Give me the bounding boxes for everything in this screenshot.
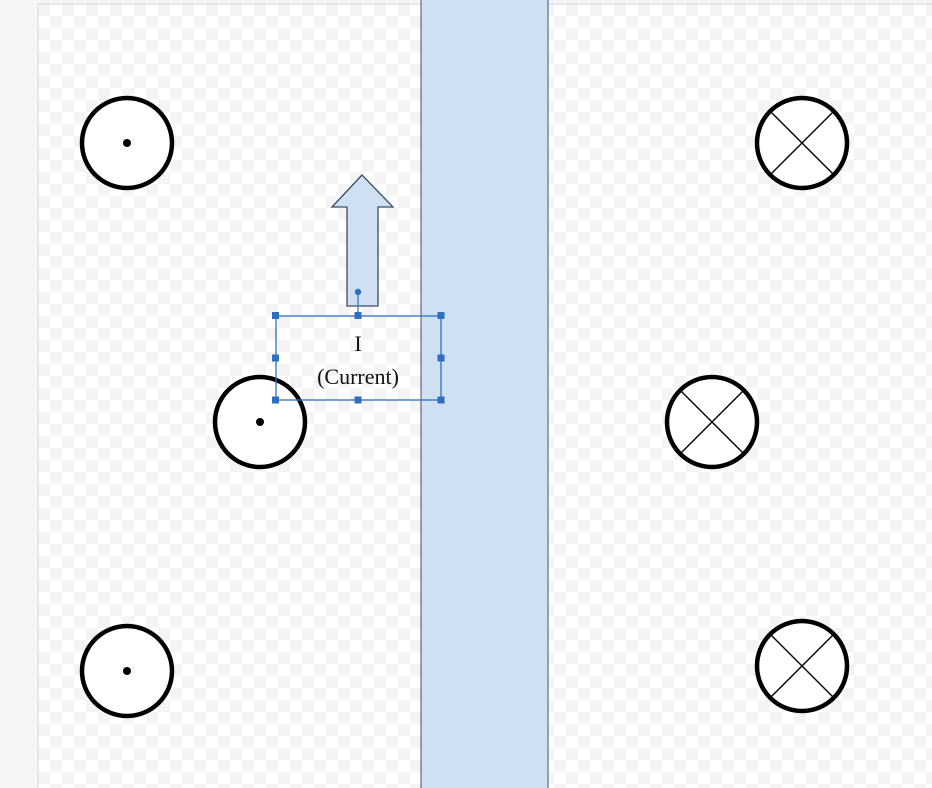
rotation-handle[interactable] <box>354 288 362 296</box>
resize-handle-middle-right[interactable] <box>437 354 445 362</box>
cross-symbol-bottom-right[interactable] <box>754 618 850 714</box>
drawing-stage: I (Current) <box>0 0 932 788</box>
resize-handle-top-right[interactable] <box>437 312 445 319</box>
cross-symbol-middle-right[interactable] <box>664 374 760 470</box>
dot-symbol-bottom-left[interactable] <box>79 623 175 719</box>
diagram-canvas[interactable]: I (Current) <box>0 0 932 788</box>
resize-handle-top-left[interactable] <box>272 312 279 319</box>
resize-handle-top-center[interactable] <box>354 312 362 319</box>
resize-handle-bottom-left[interactable] <box>272 396 279 404</box>
cross-symbol-top-right[interactable] <box>754 95 850 191</box>
resize-handle-middle-left[interactable] <box>272 354 279 362</box>
current-label-caption: (Current) <box>317 364 399 389</box>
current-label-symbol: I <box>354 331 361 356</box>
conductor-strip[interactable] <box>420 0 549 788</box>
dot-symbol-middle-left[interactable] <box>212 374 308 470</box>
dot-symbol-top-left[interactable] <box>79 95 175 191</box>
resize-handle-bottom-center[interactable] <box>354 396 362 404</box>
resize-handle-bottom-right[interactable] <box>437 396 445 404</box>
